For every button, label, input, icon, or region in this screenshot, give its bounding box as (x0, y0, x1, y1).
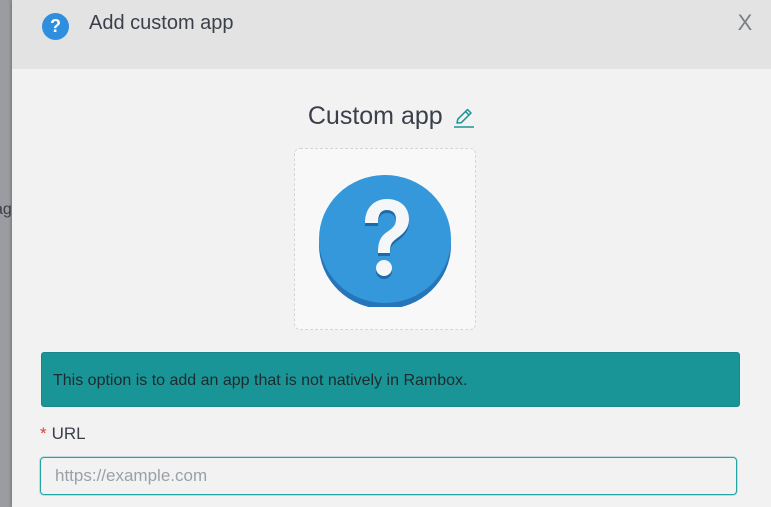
background-partial-text: ag (0, 201, 12, 218)
info-message: This option is to add an app that is not… (53, 372, 468, 389)
dialog-title: Add custom app (89, 12, 234, 34)
app-title-row: Custom app (12, 102, 771, 131)
url-label-text: URL (51, 424, 86, 443)
info-banner: This option is to add an app that is not… (41, 352, 740, 407)
question-mark-icon (319, 175, 451, 307)
url-field-label: * URL (40, 424, 86, 444)
dialog-header: ? Add custom app X (12, 0, 771, 69)
pencil-edit-icon[interactable] (453, 106, 475, 128)
close-button[interactable]: X (732, 10, 758, 36)
help-icon: ? (42, 13, 69, 40)
app-name[interactable]: Custom app (308, 102, 443, 131)
app-icon-upload[interactable] (294, 148, 476, 330)
url-input[interactable] (40, 457, 737, 495)
background-strip (0, 0, 12, 507)
required-marker: * (40, 424, 47, 443)
add-custom-app-dialog: ? Add custom app X Custom app This optio… (12, 0, 771, 507)
